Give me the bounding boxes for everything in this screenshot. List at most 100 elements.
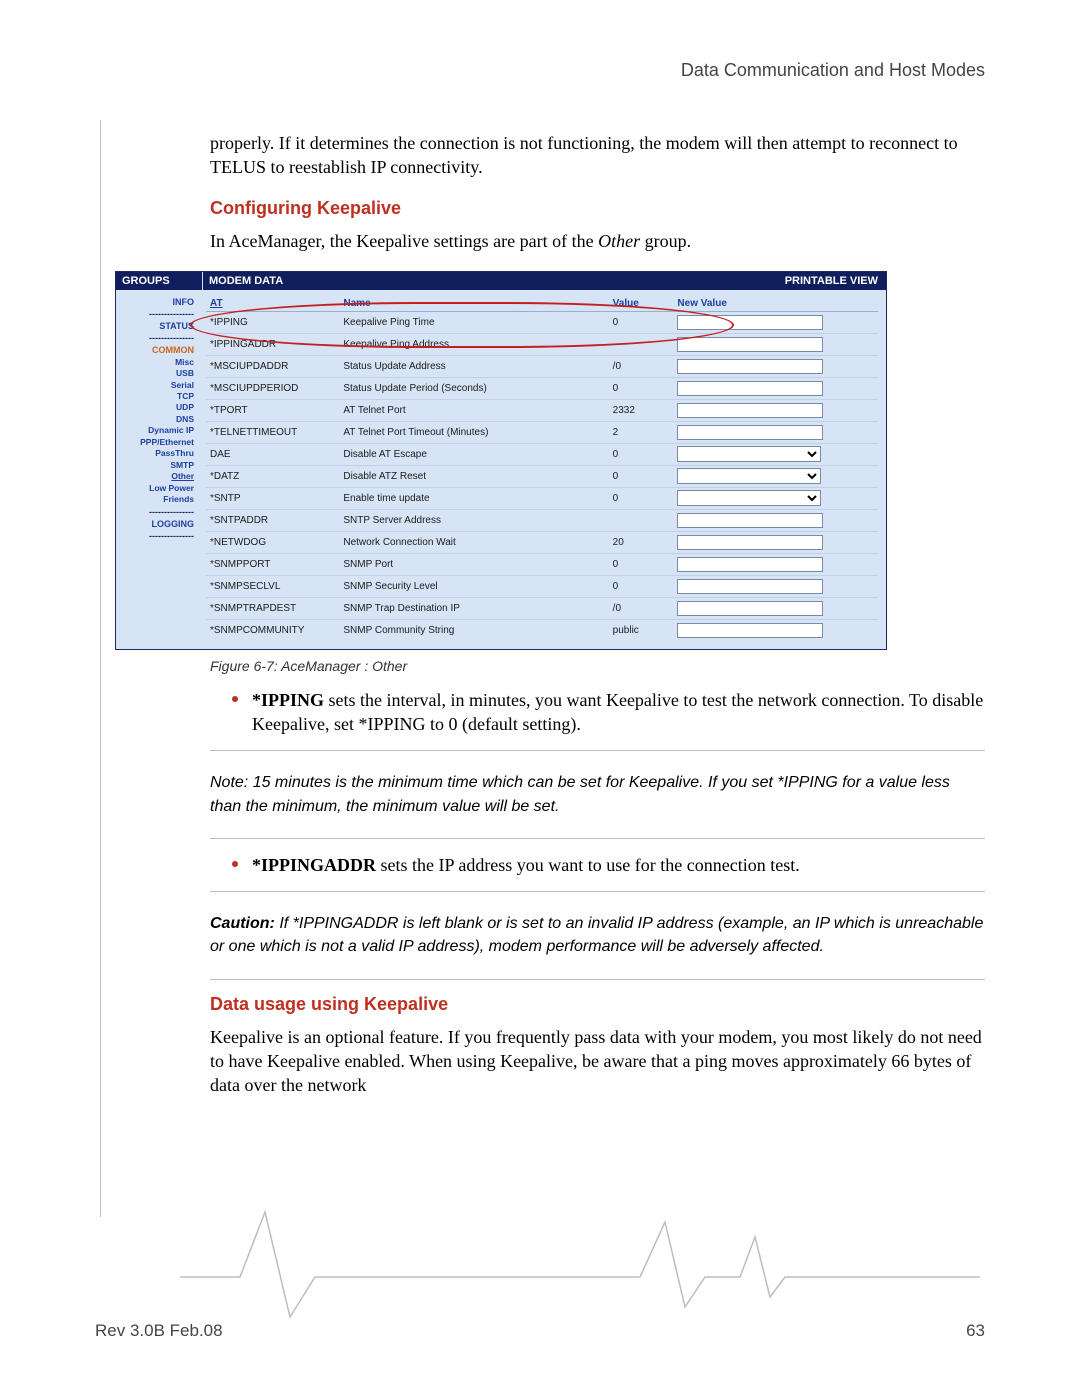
cell-name: Keepalive Ping Time [339, 311, 608, 333]
footer-page-number: 63 [966, 1321, 985, 1341]
newvalue-select[interactable] [677, 490, 821, 506]
cell-newvalue [673, 465, 878, 487]
bullet-ipping: *IPPING sets the interval, in minutes, y… [210, 688, 985, 737]
cell-value: 2 [609, 421, 674, 443]
sidebar-sep: --------------- [120, 308, 194, 320]
bullet2-text: sets the IP address you want to use for … [376, 855, 800, 875]
table-row: *SNTPADDRSNTP Server Address [206, 509, 878, 531]
newvalue-input[interactable] [677, 601, 823, 616]
newvalue-input[interactable] [677, 315, 823, 330]
cell-at: *SNTPADDR [206, 509, 339, 531]
cell-newvalue [673, 443, 878, 465]
sidebar-item-smtp[interactable]: SMTP [120, 460, 194, 471]
table-row: *NETWDOGNetwork Connection Wait20 [206, 531, 878, 553]
newvalue-input[interactable] [677, 535, 823, 550]
cell-value: 0 [609, 575, 674, 597]
cell-value: 0 [609, 443, 674, 465]
cell-name: Enable time update [339, 487, 608, 509]
table-row: *DATZDisable ATZ Reset0 [206, 465, 878, 487]
newvalue-input[interactable] [677, 403, 823, 418]
bullet-ippingaddr: *IPPINGADDR sets the IP address you want… [210, 853, 985, 877]
usage-paragraph: Keepalive is an optional feature. If you… [210, 1025, 985, 1098]
newvalue-input[interactable] [677, 579, 823, 594]
bullet2-strong: *IPPINGADDR [252, 855, 376, 875]
newvalue-select[interactable] [677, 446, 821, 462]
newvalue-select[interactable] [677, 468, 821, 484]
sidebar-item-misc[interactable]: Misc [120, 357, 194, 368]
cell-name: SNMP Community String [339, 619, 608, 641]
cell-value: 0 [609, 487, 674, 509]
cell-newvalue [673, 531, 878, 553]
newvalue-input[interactable] [677, 513, 823, 528]
cell-name: SNTP Server Address [339, 509, 608, 531]
table-row: *MSCIUPDPERIODStatus Update Period (Seco… [206, 377, 878, 399]
divider [210, 979, 985, 980]
bullet-dot-icon [232, 861, 238, 867]
sidebar-item-lowpower[interactable]: Low Power [120, 483, 194, 494]
cell-at: *SNMPPORT [206, 553, 339, 575]
sidebar-item-serial[interactable]: Serial [120, 380, 194, 391]
cell-newvalue [673, 553, 878, 575]
cell-name: AT Telnet Port [339, 399, 608, 421]
newvalue-input[interactable] [677, 557, 823, 572]
table-row: *IPPINGADDRKeepalive Ping Address [206, 333, 878, 355]
cell-at: *SNTP [206, 487, 339, 509]
conf-para-tail: group. [640, 231, 691, 251]
sidebar-sep: --------------- [120, 530, 194, 542]
sidebar-item-logging[interactable]: LOGGING [120, 518, 194, 530]
cell-value: 0 [609, 377, 674, 399]
newvalue-input[interactable] [677, 381, 823, 396]
cell-value [609, 509, 674, 531]
cell-at: *SNMPSECLVL [206, 575, 339, 597]
sidebar-item-passthru[interactable]: PassThru [120, 448, 194, 459]
sidebar-item-info[interactable]: INFO [120, 296, 194, 308]
newvalue-input[interactable] [677, 623, 823, 638]
cell-name: AT Telnet Port Timeout (Minutes) [339, 421, 608, 443]
col-value: Value [609, 296, 674, 312]
cell-at: *TPORT [206, 399, 339, 421]
sidebar-item-udp[interactable]: UDP [120, 402, 194, 413]
cell-newvalue [673, 377, 878, 399]
cell-newvalue [673, 311, 878, 333]
cell-newvalue [673, 333, 878, 355]
sidebar-item-usb[interactable]: USB [120, 368, 194, 379]
cell-name: Disable AT Escape [339, 443, 608, 465]
cell-value [609, 333, 674, 355]
page-header: Data Communication and Host Modes [95, 60, 985, 81]
conf-para-lead: In AceManager, the Keepalive settings ar… [210, 231, 598, 251]
bullet1-strong: *IPPING [252, 690, 324, 710]
sidebar-item-tcp[interactable]: TCP [120, 391, 194, 402]
table-row: *IPPINGKeepalive Ping Time0 [206, 311, 878, 333]
table-row: *TPORTAT Telnet Port2332 [206, 399, 878, 421]
sidebar-item-other[interactable]: Other [120, 471, 194, 482]
cell-name: Status Update Address [339, 355, 608, 377]
note-minimum-time: Note: 15 minutes is the minimum time whi… [210, 771, 985, 817]
sidebar-item-dns[interactable]: DNS [120, 414, 194, 425]
newvalue-input[interactable] [677, 359, 823, 374]
cell-value: /0 [609, 597, 674, 619]
newvalue-input[interactable] [677, 425, 823, 440]
conf-para-em: Other [598, 231, 640, 251]
table-row: *SNMPPORTSNMP Port0 [206, 553, 878, 575]
newvalue-input[interactable] [677, 337, 823, 352]
caution-text: If *IPPINGADDR is left blank or is set t… [210, 915, 983, 955]
sidebar-item-dynamic-ip[interactable]: Dynamic IP [120, 425, 194, 436]
cell-newvalue [673, 619, 878, 641]
caution-label: Caution: [210, 915, 275, 932]
sidebar-item-status[interactable]: STATUS [120, 320, 194, 332]
cell-newvalue [673, 597, 878, 619]
ace-header-groups: GROUPS [116, 272, 203, 290]
sidebar-item-common[interactable]: COMMON [120, 344, 194, 356]
sidebar-sep: --------------- [120, 332, 194, 344]
conf-paragraph: In AceManager, the Keepalive settings ar… [210, 229, 985, 253]
cell-name: SNMP Trap Destination IP [339, 597, 608, 619]
sidebar-item-friends[interactable]: Friends [120, 494, 194, 505]
ace-header-printable[interactable]: PRINTABLE VIEW [777, 272, 886, 290]
cell-name: SNMP Security Level [339, 575, 608, 597]
bullet-dot-icon [232, 696, 238, 702]
cell-at: DAE [206, 443, 339, 465]
divider [210, 838, 985, 839]
cell-name: Keepalive Ping Address [339, 333, 608, 355]
sidebar-item-ppp[interactable]: PPP/Ethernet [120, 437, 194, 448]
cell-name: Network Connection Wait [339, 531, 608, 553]
